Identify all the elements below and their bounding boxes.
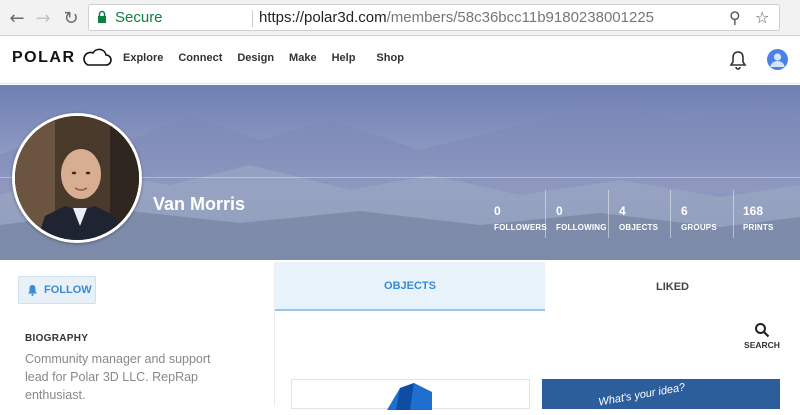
stat-following[interactable]: 0 FOLLOWING [556,204,607,232]
biography-title: BIOGRAPHY [25,333,89,344]
nav-make[interactable]: Make [289,52,317,64]
stat-divider [670,190,671,238]
follow-button[interactable]: FOLLOW [18,276,96,304]
stat-divider [608,190,609,238]
nav-design[interactable]: Design [237,52,274,64]
logo-text: POLAR [12,49,76,66]
search-icon [755,323,770,338]
stat-label: FOLLOWERS [494,223,547,232]
browser-toolbar: ← → ↻ Secure https://polar3d.com/members… [0,0,800,36]
url-base: https://polar3d.com [259,9,387,26]
lock-icon [98,10,106,23]
profile-photo-image [15,116,139,240]
stat-value: 4 [619,204,626,218]
back-arrow-icon[interactable]: ← [6,7,28,29]
secure-label: Secure [115,9,163,26]
profile-photo [12,113,142,243]
stat-label: PRINTS [743,223,774,232]
zoom-icon[interactable]: ⚲ [729,8,741,27]
cloud-icon [82,48,112,66]
address-bar[interactable]: Secure https://polar3d.com/members/58c36… [88,4,780,31]
forward-arrow-icon[interactable]: → [32,7,54,29]
main-nav: Explore Connect Design Make Help Shop [123,52,404,64]
stat-value: 168 [743,204,764,218]
url-separator [252,10,253,27]
tab-objects[interactable]: OBJECTS [275,262,545,311]
tab-liked[interactable]: LIKED [545,262,800,311]
stat-followers[interactable]: 0 FOLLOWERS [494,204,547,232]
content-tabs: OBJECTS LIKED [275,262,800,311]
stat-label: GROUPS [681,223,717,232]
stat-prints[interactable]: 168 PRINTS [743,204,774,232]
stat-value: 0 [556,204,563,218]
bell-icon[interactable] [729,50,747,70]
nav-help[interactable]: Help [332,52,356,64]
nav-shop[interactable]: Shop [376,52,404,64]
follow-label: FOLLOW [44,284,92,296]
nav-connect[interactable]: Connect [178,52,222,64]
object-card[interactable] [291,379,530,410]
polar-logo[interactable]: POLAR [12,48,112,68]
stat-value: 6 [681,204,688,218]
biography-text: Community manager and support lead for P… [25,352,211,402]
bell-icon [28,285,37,296]
site-header: POLAR Explore Connect Design Make Help S… [0,36,800,84]
search-label: SEARCH [744,340,780,350]
stat-label: OBJECTS [619,223,659,232]
star-icon[interactable]: ☆ [755,8,769,27]
user-icon [770,53,785,67]
url-path: /members/58c36bcc11b9180238001225 [386,9,654,26]
user-avatar[interactable] [767,49,788,70]
stat-label: FOLLOWING [556,223,607,232]
object-card[interactable]: What's your idea? [542,379,780,409]
stat-objects[interactable]: 4 OBJECTS [619,204,658,232]
stat-divider [733,190,734,238]
stat-value: 0 [494,204,501,218]
reload-icon[interactable]: ↻ [60,7,82,29]
profile-name: Van Morris [153,194,246,214]
search-button[interactable]: SEARCH [742,322,782,352]
card-caption: What's your idea? [597,381,687,409]
stat-groups[interactable]: 6 GROUPS [681,204,717,232]
url-text[interactable]: https://polar3d.com/members/58c36bcc11b9… [259,9,654,26]
nav-explore[interactable]: Explore [123,52,163,64]
